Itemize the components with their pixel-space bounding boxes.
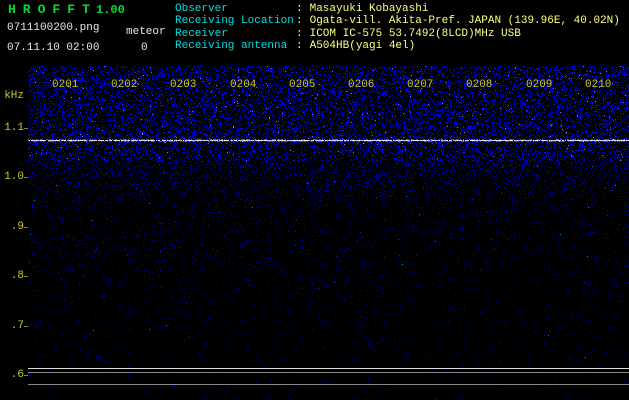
station-info: Observer: Masayuki Kobayashi Receiving Lo… <box>175 3 620 53</box>
y-tick-mark <box>24 276 28 277</box>
y-tick-mark <box>24 128 28 129</box>
y-axis-unit: kHz <box>1 90 24 102</box>
y-tick-mark <box>24 227 28 228</box>
info-row-receiver: Receiver: ICOM IC-575 53.7492(8LCD)MHz US… <box>175 28 620 40</box>
y-tick-label: .9 <box>1 221 24 233</box>
x-tick-label: 0205 <box>289 79 315 91</box>
info-label: Receiving Location <box>175 15 296 27</box>
y-tick-label: .7 <box>1 320 24 332</box>
y-tick-mark <box>24 375 28 376</box>
y-tick-mark <box>24 177 28 178</box>
x-tick-label: 0209 <box>526 79 552 91</box>
info-separator: : <box>296 3 303 15</box>
info-separator: : <box>296 40 303 52</box>
x-tick-label: 0203 <box>170 79 196 91</box>
meteor-count: 0 <box>141 42 148 54</box>
info-row-location: Receiving Location: Ogata-vill. Akita-Pre… <box>175 15 620 27</box>
info-row-antenna: Receiving antenna: A504HB(yagi 4el) <box>175 40 620 52</box>
spectrogram-canvas <box>28 66 629 400</box>
x-tick-label: 0210 <box>585 79 611 91</box>
x-tick-label: 0208 <box>466 79 492 91</box>
x-tick-label: 0207 <box>407 79 433 91</box>
file-name: 0711100200.png <box>7 22 99 34</box>
x-tick-label: 0206 <box>348 79 374 91</box>
x-tick-label: 0204 <box>230 79 256 91</box>
datetime: 07.11.10 02:00 <box>7 42 99 54</box>
x-tick-label: 0202 <box>111 79 137 91</box>
strip-grid-line <box>28 384 629 385</box>
info-separator: : <box>296 15 303 27</box>
info-separator: : <box>296 28 303 40</box>
info-value: Masayuki Kobayashi <box>310 3 429 15</box>
y-tick-label: 1.0 <box>1 171 24 183</box>
y-tick-mark <box>24 326 28 327</box>
app-version: 1.00 <box>96 3 125 17</box>
hrofft-window: HROFFT 1.00 0711100200.png meteor 07.11.… <box>0 0 629 400</box>
signal-level-trace <box>28 368 629 369</box>
strip-grid-line <box>28 372 629 373</box>
y-tick-label: .8 <box>1 270 24 282</box>
info-value: Ogata-vill. Akita-Pref. JAPAN (139.96E, … <box>310 15 620 27</box>
info-row-observer: Observer: Masayuki Kobayashi <box>175 3 620 15</box>
y-tick-label: .6 <box>1 369 24 381</box>
info-value: ICOM IC-575 53.7492(8LCD)MHz USB <box>310 28 521 40</box>
info-label: Observer <box>175 3 296 15</box>
info-value: A504HB(yagi 4el) <box>310 40 416 52</box>
meteor-label: meteor <box>126 26 166 38</box>
x-tick-label: 0201 <box>52 79 78 91</box>
app-title: HROFFT <box>8 2 97 17</box>
info-label: Receiving antenna <box>175 40 296 52</box>
y-tick-label: 1.1 <box>1 122 24 134</box>
info-label: Receiver <box>175 28 296 40</box>
